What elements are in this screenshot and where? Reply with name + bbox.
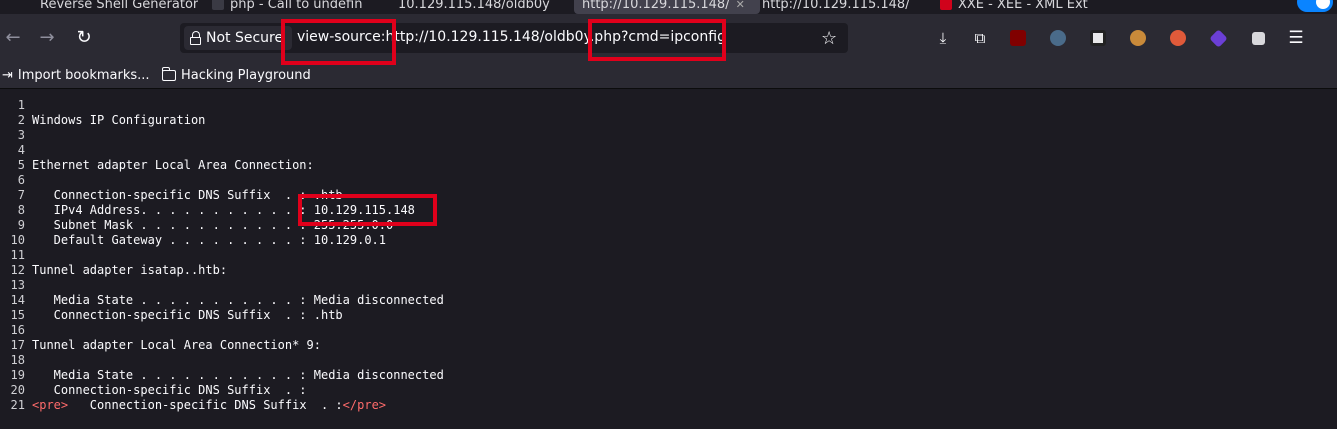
favicon-icon [212, 0, 224, 10]
container-icon[interactable] [1248, 28, 1268, 48]
tab-label: Reverse Shell Generator [40, 0, 199, 12]
source-line: 19 Media State . . . . . . . . . . . : M… [10, 368, 444, 382]
tab-label: php - Call to undefin [230, 0, 363, 12]
hackbar-icon[interactable] [1168, 28, 1188, 48]
reload-icon[interactable]: ↻ [74, 28, 94, 48]
view-source-content: 1 2 Windows IP Configuration 3 4 5 Etherne… [0, 89, 1337, 429]
source-line: 15 Connection-specific DNS Suffix . : .h… [10, 308, 343, 322]
source-line-pre: 21 <pre> Connection-specific DNS Suffix .… [10, 398, 387, 412]
cookie-icon[interactable] [1128, 28, 1148, 48]
ublock-icon[interactable] [1008, 28, 1028, 48]
tab-strip: Reverse Shell Generator php - Call to un… [0, 0, 1337, 14]
download-icon[interactable]: ⤓ [933, 28, 953, 48]
tab-oldb0y[interactable]: 10.129.115.148/oldb0y [398, 0, 550, 14]
bookmark-import[interactable]: ⇥ Import bookmarks... [2, 66, 150, 84]
back-arrow-icon[interactable]: ← [3, 28, 23, 48]
tab-php-error[interactable]: php - Call to undefin [212, 0, 362, 14]
tab-xxe[interactable]: XXE - XEE - XML Ext [940, 0, 1088, 14]
source-line: 13 [10, 278, 25, 292]
qr-code-icon[interactable] [1088, 28, 1108, 48]
highlight-ipv4-address [298, 194, 437, 226]
site-info-button[interactable]: Not Secure [184, 26, 292, 50]
star-icon[interactable]: ☆ [821, 28, 837, 49]
tab-label: http://10.129.115.148/ [582, 0, 730, 12]
site-info-label: Not Secure [206, 30, 284, 46]
tab-label: 10.129.115.148/oldb0y [398, 0, 550, 12]
source-line: 2 Windows IP Configuration [17, 113, 206, 127]
menu-icon[interactable]: ☰ [1286, 28, 1306, 48]
favicon-icon [940, 0, 952, 10]
bookmark-label: Import bookmarks... [17, 67, 150, 83]
source-line: 6 [17, 173, 25, 187]
source-line: 17 Tunnel adapter Local Area Connection* … [10, 338, 321, 352]
bookmark-hacking-playground[interactable]: Hacking Playground [161, 66, 311, 84]
source-line: 7 Connection-specific DNS Suffix . : .ht… [17, 188, 343, 202]
close-icon[interactable]: ✕ [736, 0, 745, 11]
bookmarks-bar: ⇥ Import bookmarks... Hacking Playground [0, 62, 1337, 89]
source-line: 4 [17, 143, 25, 157]
source-line: 11 [10, 248, 25, 262]
source-line: 10 Default Gateway . . . . . . . . . : 1… [10, 233, 387, 247]
extensions-icon[interactable]: ⧉ [970, 28, 990, 48]
forward-arrow-icon[interactable]: → [37, 28, 57, 48]
lock-icon [190, 31, 202, 45]
import-icon: ⇥ [2, 67, 13, 83]
wappalyzer-icon[interactable] [1048, 28, 1068, 48]
source-line: 1 [17, 98, 25, 112]
tab-label: XXE - XEE - XML Ext [958, 0, 1088, 12]
toggle-switch[interactable] [1297, 0, 1333, 12]
bookmark-label: Hacking Playground [181, 67, 311, 83]
source-line: 20 Connection-specific DNS Suffix . : [10, 383, 307, 397]
pre-close-tag: </pre> [342, 398, 387, 412]
source-line: 18 [10, 353, 25, 367]
tab-label: http://10.129.115.148/ [762, 0, 910, 12]
source-line: 5 Ethernet adapter Local Area Connection: [17, 158, 314, 172]
foxyproxy-icon[interactable] [1208, 28, 1228, 48]
pre-open-tag: <pre> [32, 398, 69, 412]
tab-ip[interactable]: http://10.129.115.148/ [762, 0, 910, 14]
highlight-cmd-param [588, 19, 726, 61]
folder-icon [161, 66, 176, 81]
source-line: 3 [17, 128, 25, 142]
source-line: 16 [10, 323, 25, 337]
tab-active[interactable]: http://10.129.115.148/ ✕ [574, 0, 760, 14]
source-line: 14 Media State . . . . . . . . . . . : M… [10, 293, 444, 307]
source-line: 12 Tunnel adapter isatap..htb: [10, 263, 228, 277]
highlight-view-source [281, 19, 396, 65]
tab-reverse-shell[interactable]: Reverse Shell Generator [40, 0, 198, 14]
